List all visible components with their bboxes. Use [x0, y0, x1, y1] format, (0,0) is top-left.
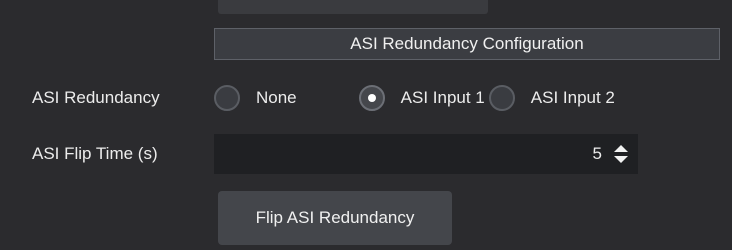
asi-flip-time-value[interactable]: 5 — [593, 144, 602, 164]
section-header: ASI Redundancy Configuration — [214, 28, 720, 60]
asi-flip-time-spinbox[interactable]: 5 — [214, 134, 638, 174]
previous-control-edge — [218, 0, 488, 14]
flip-asi-redundancy-button[interactable]: Flip ASI Redundancy — [218, 191, 452, 245]
radio-asi-input-1[interactable]: ASI Input 1 — [358, 85, 485, 111]
section-title: ASI Redundancy Configuration — [350, 34, 584, 53]
radio-none-indicator[interactable] — [214, 85, 240, 111]
asi-flip-time-label: ASI Flip Time (s) — [32, 144, 158, 163]
spin-up-arrow-icon[interactable] — [614, 145, 628, 152]
radio-asi-input-2[interactable]: ASI Input 2 — [488, 85, 615, 111]
radio-asi-input-2-label[interactable]: ASI Input 2 — [531, 88, 615, 108]
asi-redundancy-radio-group: None ASI Input 1 ASI Input 2 — [214, 81, 615, 115]
up-down-arrows-icon[interactable] — [614, 144, 628, 164]
radio-asi-input-1-label[interactable]: ASI Input 1 — [401, 88, 485, 108]
radio-none-label[interactable]: None — [256, 88, 297, 108]
radio-asi-input-2-indicator[interactable] — [488, 85, 515, 111]
radio-none[interactable]: None — [214, 85, 297, 111]
spin-down-arrow-icon[interactable] — [614, 156, 628, 163]
radio-asi-input-1-indicator[interactable] — [358, 85, 385, 111]
asi-redundancy-label: ASI Redundancy — [32, 88, 160, 107]
asi-redundancy-panel: ASI Redundancy Configuration ASI Redunda… — [0, 0, 732, 250]
flip-asi-redundancy-button-label: Flip ASI Redundancy — [255, 208, 415, 227]
